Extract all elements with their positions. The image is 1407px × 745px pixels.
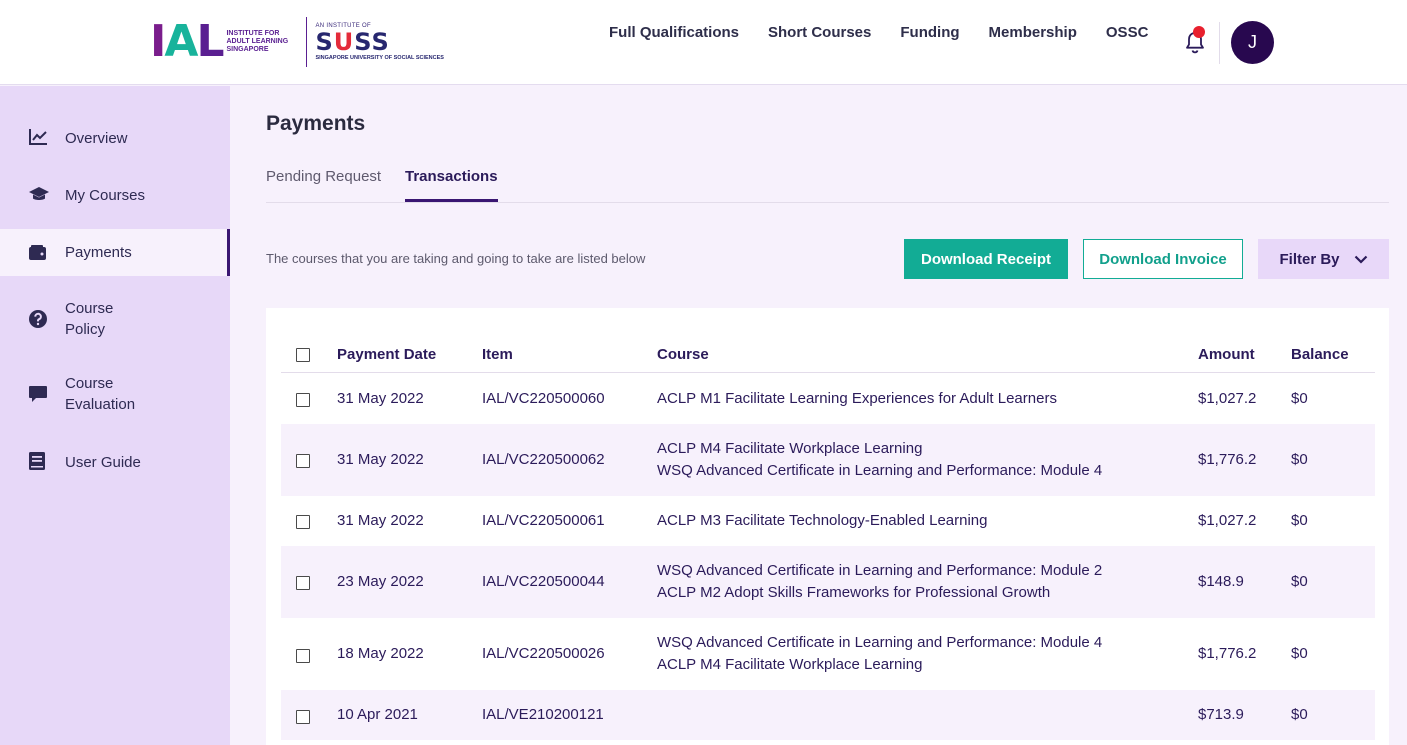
balance: $0	[1291, 512, 1308, 529]
sidebar-item-overview[interactable]: Overview	[0, 126, 230, 150]
balance: $0	[1291, 573, 1308, 590]
sidebar-item-label: User Guide	[65, 454, 141, 471]
user-avatar[interactable]: J	[1231, 21, 1274, 64]
sidebar-item-label: Payments	[65, 244, 132, 261]
balance: $0	[1291, 645, 1308, 662]
row-checkbox[interactable]	[296, 649, 310, 663]
notification-badge	[1193, 26, 1205, 38]
payment-date: 10 Apr 2021	[337, 706, 418, 723]
item-number: IAL/VC220500062	[482, 451, 605, 468]
filter-by-label: Filter By	[1279, 250, 1340, 268]
nav-ossc[interactable]: OSSC	[1106, 24, 1149, 41]
payment-date: 18 May 2022	[337, 645, 424, 662]
table-row[interactable]: 10 Apr 2021 IAL/VE210200121 $713.9 $0	[281, 690, 1375, 740]
sidebar-item-course-policy[interactable]: Course Policy	[0, 298, 230, 342]
table-header: Payment Date Item Course Amount Balance	[281, 336, 1375, 373]
balance: $0	[1291, 390, 1308, 407]
payment-date: 23 May 2022	[337, 573, 424, 590]
course-name: ACLP M2 Adopt Skills Frameworks for Prof…	[657, 584, 1051, 601]
comment-icon	[28, 384, 48, 404]
tab-transactions[interactable]: Transactions	[405, 168, 498, 202]
download-receipt-button[interactable]: Download Receipt	[904, 239, 1068, 279]
course-name: ACLP M3 Facilitate Technology-Enabled Le…	[657, 512, 988, 529]
item-number: IAL/VC220500061	[482, 512, 605, 529]
wallet-icon	[28, 244, 48, 264]
amount: $713.9	[1198, 706, 1244, 723]
nav-short-courses[interactable]: Short Courses	[768, 24, 871, 41]
table-row[interactable]: 23 May 2022 IAL/VC220500044 WSQ Advanced…	[281, 546, 1375, 618]
table-row[interactable]: 31 May 2022 IAL/VC220500060 ACLP M1 Faci…	[281, 373, 1375, 424]
book-icon	[28, 451, 48, 471]
sidebar: Overview My Courses Payments Course Polic…	[0, 86, 230, 745]
chevron-down-icon	[1354, 255, 1367, 264]
column-header-course[interactable]: Course	[657, 346, 709, 363]
question-circle-icon	[28, 309, 48, 329]
column-header-item[interactable]: Item	[482, 346, 513, 363]
balance: $0	[1291, 451, 1308, 468]
course-name: WSQ Advanced Certificate in Learning and…	[657, 462, 1103, 479]
suss-logo: AN INSTITUTE OF SUSS SINGAPORE UNIVERSIT…	[315, 23, 443, 61]
sidebar-item-payments[interactable]: Payments	[0, 229, 230, 276]
transactions-table: Payment Date Item Course Amount Balance …	[266, 308, 1389, 745]
course-name: WSQ Advanced Certificate in Learning and…	[657, 562, 1103, 579]
amount: $1,027.2	[1198, 390, 1257, 407]
nav-funding[interactable]: Funding	[900, 24, 959, 41]
suss-logo-bottom-text: SINGAPORE UNIVERSITY OF SOCIAL SCIENCES	[315, 55, 444, 61]
row-checkbox[interactable]	[296, 576, 310, 590]
logo-divider	[306, 17, 308, 67]
item-number: IAL/VE210200121	[482, 706, 604, 723]
chart-line-icon	[28, 128, 48, 148]
page-description: The courses that you are taking and goin…	[266, 251, 646, 266]
nav-membership[interactable]: Membership	[989, 24, 1077, 41]
table-row[interactable]: 31 May 2022 IAL/VC220500062 ACLP M4 Faci…	[281, 424, 1375, 496]
column-header-payment-date[interactable]: Payment Date	[337, 346, 436, 363]
sidebar-item-label: Course Policy	[65, 300, 114, 338]
item-number: IAL/VC220500060	[482, 390, 605, 407]
sidebar-item-label: Course Evaluation	[65, 375, 136, 413]
ial-logo-text: INSTITUTE FOR ADULT LEARNING SINGAPORE	[226, 30, 289, 53]
top-navigation: Full Qualifications Short Courses Fundin…	[609, 24, 1177, 41]
sidebar-item-user-guide[interactable]: User Guide	[0, 450, 230, 474]
ial-suss-logo[interactable]: IAL INSTITUTE FOR ADULT LEARNING SINGAPO…	[150, 16, 444, 68]
course-name: WSQ Advanced Certificate in Learning and…	[657, 634, 1103, 651]
amount: $148.9	[1198, 573, 1244, 590]
select-all-checkbox[interactable]	[296, 348, 310, 362]
column-header-amount[interactable]: Amount	[1198, 346, 1255, 363]
item-number: IAL/VC220500026	[482, 645, 605, 662]
tab-bar: Pending Request Transactions	[266, 168, 1389, 203]
graduation-cap-icon	[28, 185, 49, 205]
row-checkbox[interactable]	[296, 454, 310, 468]
ial-logo-mark: IAL	[150, 16, 224, 67]
sidebar-item-label: Overview	[65, 130, 128, 147]
item-number: IAL/VC220500044	[482, 573, 605, 590]
column-header-balance[interactable]: Balance	[1291, 346, 1349, 363]
row-checkbox[interactable]	[296, 515, 310, 529]
page-title: Payments	[266, 112, 366, 135]
sidebar-item-course-evaluation[interactable]: Course Evaluation	[0, 373, 230, 417]
payment-date: 31 May 2022	[337, 390, 424, 407]
sidebar-item-my-courses[interactable]: My Courses	[0, 183, 230, 207]
payment-date: 31 May 2022	[337, 451, 424, 468]
payment-date: 31 May 2022	[337, 512, 424, 529]
header-divider	[1219, 22, 1220, 64]
sidebar-item-label: My Courses	[65, 187, 146, 204]
course-name: ACLP M1 Facilitate Learning Experiences …	[657, 390, 1057, 407]
balance: $0	[1291, 706, 1308, 723]
tab-pending-request[interactable]: Pending Request	[266, 168, 381, 202]
top-header: IAL INSTITUTE FOR ADULT LEARNING SINGAPO…	[0, 0, 1407, 85]
amount: $1,027.2	[1198, 512, 1257, 529]
course-name: ACLP M4 Facilitate Workplace Learning	[657, 440, 923, 457]
course-name: ACLP M4 Facilitate Workplace Learning	[657, 656, 923, 673]
amount: $1,776.2	[1198, 645, 1257, 662]
row-checkbox[interactable]	[296, 710, 310, 724]
download-invoice-button[interactable]: Download Invoice	[1083, 239, 1243, 279]
nav-full-qualifications[interactable]: Full Qualifications	[609, 24, 739, 41]
amount: $1,776.2	[1198, 451, 1257, 468]
suss-logo-main-text: SUSS	[315, 28, 390, 56]
table-row[interactable]: 31 May 2022 IAL/VC220500061 ACLP M3 Faci…	[281, 496, 1375, 546]
filter-by-dropdown[interactable]: Filter By	[1258, 239, 1389, 279]
row-checkbox[interactable]	[296, 393, 310, 407]
table-row[interactable]: 18 May 2022 IAL/VC220500026 WSQ Advanced…	[281, 618, 1375, 690]
